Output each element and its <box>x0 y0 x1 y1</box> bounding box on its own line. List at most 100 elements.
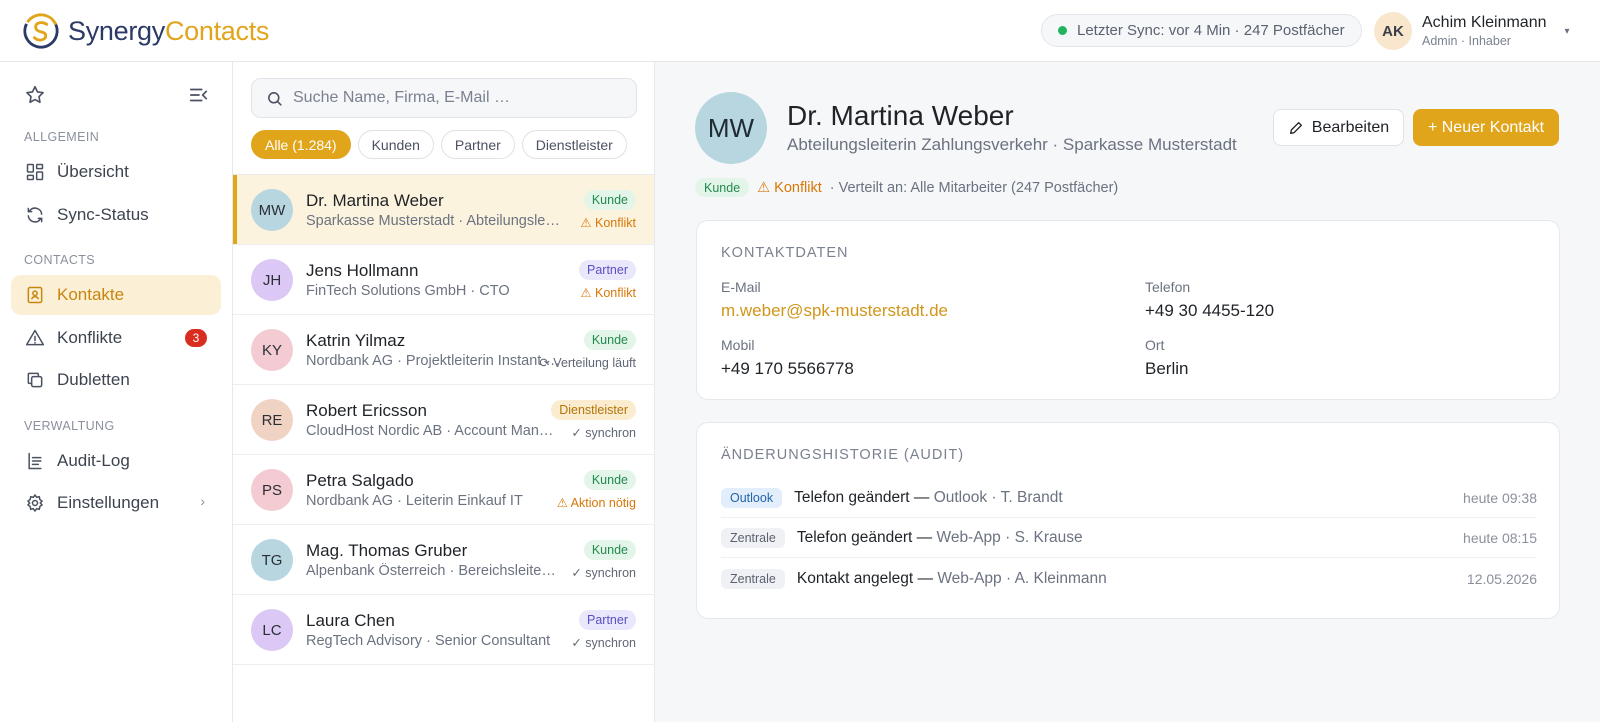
contact-name: Robert Ericsson <box>306 401 427 420</box>
audit-time: 12.05.2026 <box>1466 570 1537 587</box>
user-menu[interactable]: AK Achim Kleinmann Admin · Inhaber ▾ <box>1374 12 1570 50</box>
contact-name: Katrin Yilmaz <box>306 331 406 350</box>
search-box[interactable] <box>251 78 637 118</box>
sidebar-item-label: Sync-Status <box>57 205 149 224</box>
contact-company: CloudHost Nordic AB · Account Manager <box>306 423 560 439</box>
sidebar-item-sync-status[interactable]: Sync-Status <box>11 195 221 235</box>
category-badge: Kunde <box>583 190 636 210</box>
collapse-sidebar-icon[interactable] <box>188 84 210 106</box>
brand-name: SynergyContacts <box>68 16 269 47</box>
filter-chip-partners[interactable]: Partner <box>440 130 515 159</box>
contact-book-icon <box>27 286 43 304</box>
avatar: PS <box>251 469 293 511</box>
sidebar-item-label: Übersicht <box>57 162 129 181</box>
sync-status-text: Letzter Sync: vor 4 Min · 247 Postfächer <box>1077 22 1345 39</box>
audit-history-card: ÄNDERUNGSHISTORIE (AUDIT) Outlook Telefo… <box>696 422 1560 619</box>
contact-company: Nordbank AG · Projektleiterin Instant Pa… <box>306 353 560 369</box>
phone-value: +49 30 4455-120 <box>1145 301 1275 320</box>
contact-list: MW Dr. Martina Weber Sparkasse Mustersta… <box>233 174 654 665</box>
category-badge: Kunde <box>583 330 636 350</box>
caret-down-icon[interactable]: ▾ <box>1565 26 1570 37</box>
avatar: JH <box>251 259 293 301</box>
source-badge: Outlook <box>721 488 783 508</box>
sync-status-label: ✓ synchron <box>571 566 636 580</box>
search-icon <box>268 91 282 106</box>
category-badge: Partner <box>579 610 636 630</box>
contact-row[interactable]: TG Mag. Thomas Gruber Alpenbank Österrei… <box>233 525 654 595</box>
sidebar-item-label: Einstellungen <box>57 493 160 512</box>
sync-ok-indicator <box>1058 26 1067 35</box>
audit-entry: Zentrale Telefon geändert — Web-App · S.… <box>721 519 1537 558</box>
phone-label: Telefon <box>1145 279 1191 295</box>
top-bar: SynergyContacts Letzter Sync: vor 4 Min … <box>0 0 1600 62</box>
sidebar-item-duplicates[interactable]: Dubletten <box>11 360 221 400</box>
contact-row[interactable]: RE Robert Ericsson CloudHost Nordic AB ·… <box>233 385 654 455</box>
filter-chip-all[interactable]: Alle (1.284) <box>251 130 351 159</box>
sidebar-item-contacts[interactable]: Kontakte <box>11 275 221 315</box>
city-value: Berlin <box>1145 359 1189 378</box>
contact-row[interactable]: MW Dr. Martina Weber Sparkasse Mustersta… <box>233 175 654 245</box>
contact-name: Petra Salgado <box>306 471 414 490</box>
filter-chip-customers[interactable]: Kunden <box>357 130 434 159</box>
mobile-value: +49 170 5566778 <box>721 359 854 378</box>
audit-entry: Zentrale Kontakt angelegt — Web-App · A.… <box>721 559 1537 598</box>
category-badge: Kunde <box>583 470 636 490</box>
audit-time: heute 08:15 <box>1463 530 1537 546</box>
sidebar-item-label: Dubletten <box>57 370 130 389</box>
warning-icon <box>25 329 45 346</box>
source-badge: Zentrale <box>721 528 785 548</box>
contact-company: FinTech Solutions GmbH · CTO <box>306 283 510 299</box>
avatar: KY <box>251 329 293 371</box>
detail-name: Dr. Martina Weber <box>787 100 1014 131</box>
contact-list-panel: Alle (1.284) Kunden Partner Dienstleiste… <box>233 62 655 722</box>
conflict-label[interactable]: ⚠ Konflikt <box>757 180 822 196</box>
sidebar-item-audit-log[interactable]: Audit-Log <box>11 441 221 481</box>
contact-row[interactable]: JH Jens Hollmann FinTech Solutions GmbH … <box>233 245 654 315</box>
section-label-general: ALLGEMEIN <box>24 130 100 144</box>
contact-name: Jens Hollmann <box>306 261 419 280</box>
chevron-right-icon: › <box>200 493 205 509</box>
contact-company: Alpenbank Österreich · Bereichsleiter Di… <box>306 563 560 579</box>
contact-name: Laura Chen <box>306 611 395 630</box>
sidebar-item-label: Audit-Log <box>57 451 130 470</box>
mobile-label: Mobil <box>721 337 755 353</box>
contact-row[interactable]: LC Laura Chen RegTech Advisory · Senior … <box>233 595 654 665</box>
brand[interactable]: SynergyContacts <box>22 12 269 50</box>
contact-company: Nordbank AG · Leiterin Einkauf IT <box>306 493 523 509</box>
conflicts-count-badge: 3 <box>185 329 207 347</box>
filter-chip-service-providers[interactable]: Dienstleister <box>521 130 627 159</box>
edit-button[interactable]: Bearbeiten <box>1273 109 1404 146</box>
search-input[interactable] <box>293 89 623 107</box>
new-contact-button[interactable]: + Neuer Kontakt <box>1413 109 1559 146</box>
audit-actor: Outlook · T. Brandt <box>933 489 1063 506</box>
category-badge: Partner <box>579 260 636 280</box>
user-role: Admin · Inhaber <box>1422 34 1511 48</box>
user-avatar: AK <box>1374 12 1412 50</box>
section-label-admin: VERWALTUNG <box>24 419 115 433</box>
audit-actor: Web-App · A. Kleinmann <box>937 569 1107 587</box>
email-link[interactable]: m.weber@spk-musterstadt.de <box>721 301 948 321</box>
sync-status-label: ⚠ Konflikt <box>580 286 636 300</box>
audit-text: Kontakt angelegt — Web-App · A. Kleinman… <box>797 570 1107 588</box>
audit-entry: Outlook Telefon geändert — Outlook · T. … <box>721 479 1537 518</box>
sidebar-item-label: Kontakte <box>57 285 125 304</box>
sidebar-item-overview[interactable]: Übersicht <box>11 152 221 192</box>
brand-name-part2: Contacts <box>164 15 270 46</box>
sidebar-item-settings[interactable]: Einstellungen › <box>11 483 221 523</box>
brand-name-part1: Synergy <box>68 15 165 46</box>
contact-company: RegTech Advisory · Senior Consultant <box>306 633 551 649</box>
city-label: Ort <box>1145 337 1165 353</box>
sidebar-item-label: Konflikte <box>57 328 123 347</box>
sync-status-pill[interactable]: Letzter Sync: vor 4 Min · 247 Postfächer <box>1041 14 1362 47</box>
star-icon[interactable] <box>24 84 46 106</box>
contact-company: Sparkasse Musterstadt · Abteilungsleiter… <box>306 213 560 229</box>
audit-time: heute 09:38 <box>1463 490 1537 506</box>
contact-detail-panel: MW Dr. Martina Weber Abteilungsleiterin … <box>655 62 1600 722</box>
category-badge: Kunde <box>695 178 750 197</box>
audit-action: Telefon geändert — <box>794 489 930 506</box>
sidebar-item-conflicts[interactable]: Konflikte 3 <box>11 318 221 358</box>
sidebar-toolbar <box>24 84 210 106</box>
audit-action: Kontakt angelegt — <box>796 569 934 587</box>
contact-row[interactable]: KY Katrin Yilmaz Nordbank AG · Projektle… <box>233 315 654 385</box>
contact-row[interactable]: PS Petra Salgado Nordbank AG · Leiterin … <box>233 455 654 525</box>
